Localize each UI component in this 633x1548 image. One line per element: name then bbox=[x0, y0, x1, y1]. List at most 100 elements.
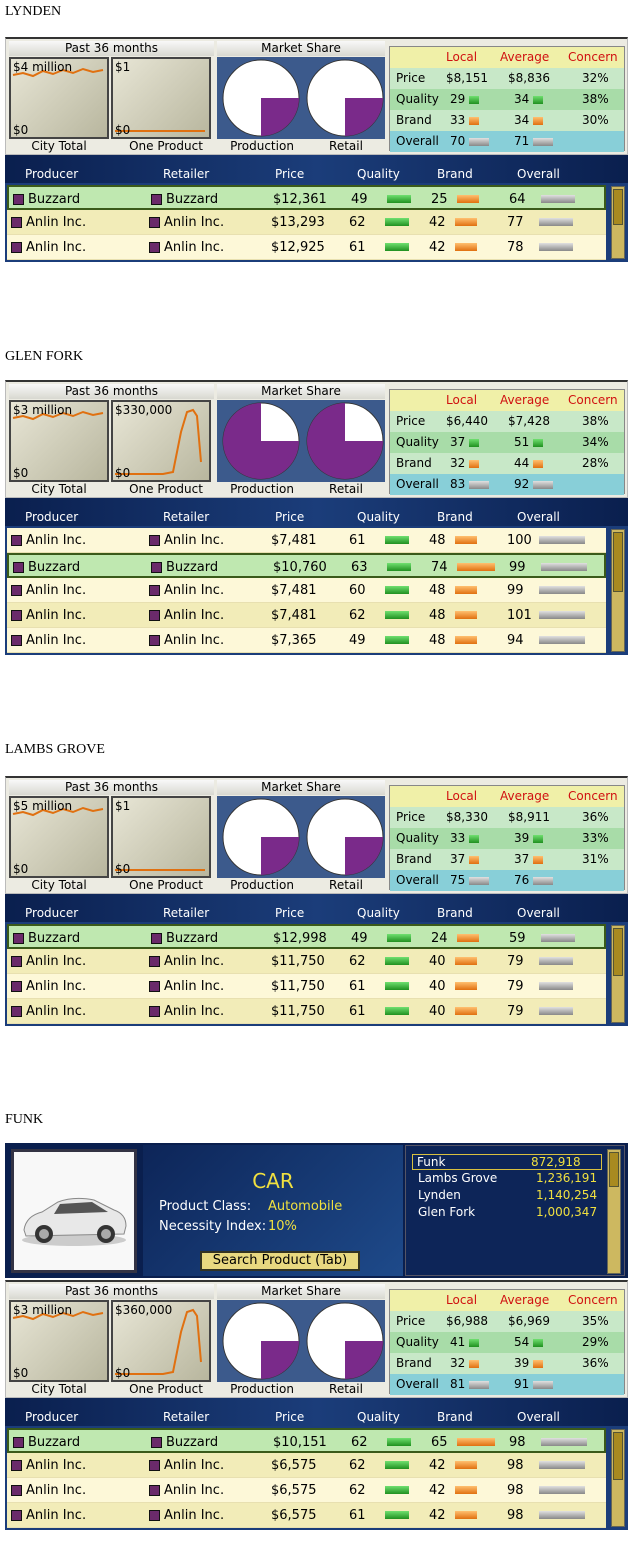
table-row[interactable]: Anlin Inc. Anlin Inc. $11,750 61 40 79 bbox=[7, 999, 606, 1024]
concern-header: Concern bbox=[568, 1293, 618, 1307]
table-row[interactable]: Anlin Inc. Anlin Inc. $7,365 49 48 94 bbox=[7, 628, 606, 653]
scrollbar[interactable] bbox=[611, 529, 625, 652]
scroll-thumb[interactable] bbox=[609, 1152, 619, 1187]
table-row[interactable]: Anlin Inc. Anlin Inc. $11,750 61 40 79 bbox=[7, 974, 606, 999]
comparison-row: Brand 33 34 30% bbox=[390, 110, 624, 131]
local-value: 70 bbox=[450, 131, 490, 152]
brand-bar bbox=[533, 116, 544, 125]
producer-cell: Anlin Inc. bbox=[11, 974, 86, 999]
city-sales-value: 872,918 bbox=[531, 1155, 581, 1169]
scrollbar[interactable] bbox=[607, 1149, 621, 1274]
quality-cell: 61 bbox=[349, 1508, 366, 1523]
scroll-thumb[interactable] bbox=[613, 928, 623, 976]
quality-bar bbox=[387, 195, 411, 203]
producer-cell: Anlin Inc. bbox=[11, 603, 86, 628]
city-panel: Past 36 months Market Share $4 million $0 $1… bbox=[5, 37, 628, 262]
scroll-thumb[interactable] bbox=[613, 189, 623, 225]
scrollbar[interactable] bbox=[611, 186, 625, 259]
metric-label: Price bbox=[396, 71, 426, 85]
city-sales-row[interactable]: Lambs Grove 1,236,191 bbox=[418, 1171, 598, 1185]
price-cell: $13,293 bbox=[271, 215, 325, 230]
table-row[interactable]: Buzzard Buzzard $10,760 63 74 99 bbox=[7, 553, 606, 578]
quality-cell: 62 bbox=[349, 1458, 366, 1473]
quality-bar bbox=[387, 563, 411, 571]
concern-value: 35% bbox=[582, 1314, 609, 1328]
average-value: $6,969 bbox=[508, 1314, 550, 1328]
metric-label: Quality bbox=[396, 1335, 439, 1349]
table-row[interactable]: Buzzard Buzzard $12,998 49 24 59 bbox=[7, 924, 606, 949]
table-row[interactable]: Anlin Inc. Anlin Inc. $6,575 62 42 98 bbox=[7, 1453, 606, 1478]
local-value: $6,440 bbox=[446, 414, 488, 428]
local-header: Local bbox=[446, 789, 478, 803]
column-header: Producer bbox=[25, 906, 79, 920]
brand-bar bbox=[455, 1486, 477, 1494]
price-cell: $11,750 bbox=[271, 954, 325, 969]
scroll-thumb[interactable] bbox=[613, 532, 623, 592]
table-row[interactable]: Anlin Inc. Anlin Inc. $13,293 62 42 77 bbox=[7, 210, 606, 235]
brand-bar bbox=[469, 1359, 480, 1368]
scroll-thumb[interactable] bbox=[613, 1432, 623, 1480]
brand-bar bbox=[455, 982, 477, 990]
retail-pie-chart bbox=[306, 59, 384, 137]
average-value: 39 bbox=[514, 1353, 544, 1374]
overall-bar bbox=[539, 536, 585, 544]
city-title: LYNDEN bbox=[5, 4, 62, 19]
search-product-button[interactable]: Search Product (Tab) bbox=[200, 1251, 360, 1271]
comparison-row: Overall 75 76 bbox=[390, 870, 624, 891]
column-header: Quality bbox=[357, 1410, 400, 1424]
retail-pie-chart bbox=[306, 798, 384, 876]
concern-value: 29% bbox=[582, 1335, 609, 1349]
brand-cell: 48 bbox=[429, 608, 446, 623]
column-header: Overall bbox=[517, 906, 560, 920]
table-row[interactable]: Anlin Inc. Anlin Inc. $6,575 61 42 98 bbox=[7, 1503, 606, 1528]
quality-bar bbox=[533, 834, 544, 843]
price-cell: $10,151 bbox=[273, 1435, 327, 1450]
metric-label: Overall bbox=[396, 1377, 439, 1391]
city-panel: Past 36 months Market Share $5 million $0 $1… bbox=[5, 776, 628, 1026]
table-row[interactable]: Anlin Inc. Anlin Inc. $7,481 60 48 99 bbox=[7, 578, 606, 603]
table-row[interactable]: Buzzard Buzzard $10,151 62 65 98 bbox=[7, 1428, 606, 1453]
city-sales-row[interactable]: Lynden 1,140,254 bbox=[418, 1188, 598, 1202]
table-row[interactable]: Anlin Inc. Anlin Inc. $11,750 62 40 79 bbox=[7, 949, 606, 974]
column-header: Retailer bbox=[163, 906, 210, 920]
overall-bar bbox=[533, 1380, 554, 1389]
overall-bar bbox=[469, 1380, 490, 1389]
quality-cell: 60 bbox=[349, 583, 366, 598]
quality-cell: 62 bbox=[349, 1483, 366, 1498]
city-sales-row[interactable]: Funk 872,918 bbox=[412, 1154, 602, 1170]
quality-cell: 61 bbox=[349, 1004, 366, 1019]
market-share-header: Market Share bbox=[217, 384, 385, 399]
quality-bar bbox=[385, 1486, 409, 1494]
table-row[interactable]: Anlin Inc. Anlin Inc. $12,925 61 42 78 bbox=[7, 235, 606, 260]
retailer-color-swatch bbox=[149, 1510, 160, 1521]
average-value: $8,836 bbox=[508, 71, 550, 85]
overall-cell: 98 bbox=[509, 1435, 526, 1450]
table-row[interactable]: Anlin Inc. Anlin Inc. $7,481 61 48 100 bbox=[7, 528, 606, 553]
city-sales-row[interactable]: Glen Fork 1,000,347 bbox=[418, 1205, 598, 1219]
overall-bar bbox=[539, 982, 573, 990]
product-details: CAR Product Class: Automobile Necessity … bbox=[143, 1145, 403, 1276]
comparison-header-row: Local Average Concern bbox=[390, 786, 624, 807]
brand-bar bbox=[457, 1438, 495, 1446]
price-cell: $7,481 bbox=[271, 533, 317, 548]
product-class-value: Automobile bbox=[268, 1199, 343, 1214]
producer-cell: Anlin Inc. bbox=[11, 628, 86, 653]
overall-cell: 79 bbox=[507, 954, 524, 969]
past-months-header: Past 36 months bbox=[9, 384, 214, 399]
brand-cell: 40 bbox=[429, 979, 446, 994]
product-info-panel: CAR Product Class: Automobile Necessity … bbox=[5, 1143, 628, 1278]
scrollbar[interactable] bbox=[611, 1429, 625, 1527]
retailer-color-swatch bbox=[149, 585, 160, 596]
table-row[interactable]: Anlin Inc. Anlin Inc. $6,575 62 42 98 bbox=[7, 1478, 606, 1503]
retail-caption: Retail bbox=[329, 139, 363, 153]
brand-bar bbox=[455, 1007, 477, 1015]
table-row[interactable]: Anlin Inc. Anlin Inc. $7,481 62 48 101 bbox=[7, 603, 606, 628]
local-value: 37 bbox=[450, 432, 480, 453]
producer-color-swatch bbox=[11, 956, 22, 967]
retailer-cell: Anlin Inc. bbox=[149, 628, 224, 653]
retailer-color-swatch bbox=[149, 610, 160, 621]
table-row[interactable]: Buzzard Buzzard $12,361 49 25 64 bbox=[7, 185, 606, 210]
scrollbar[interactable] bbox=[611, 925, 625, 1023]
brand-cell: 42 bbox=[429, 240, 446, 255]
table-header: Producer Retailer Price Quality Brand Overall bbox=[5, 155, 628, 183]
